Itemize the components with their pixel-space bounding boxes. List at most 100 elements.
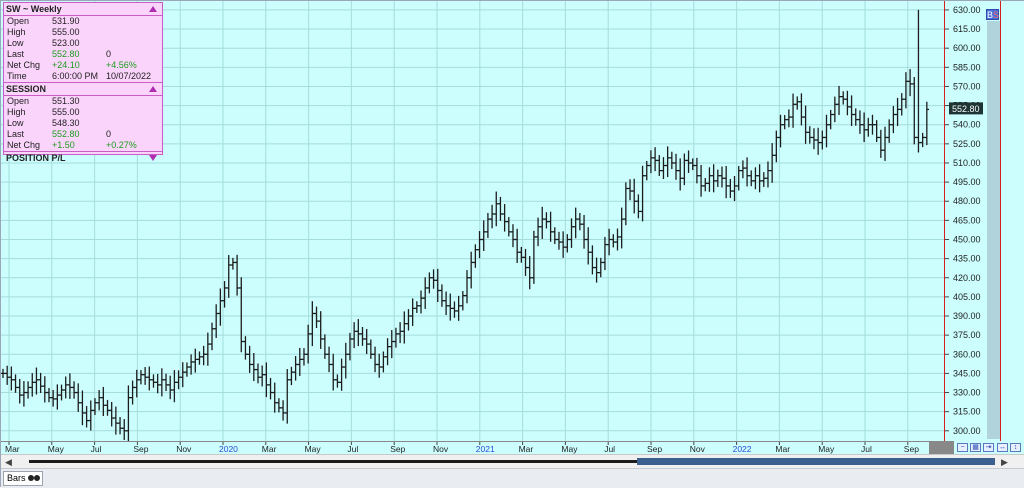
ohlc-bar: [464, 270, 470, 304]
field-value: +1.50: [52, 140, 75, 150]
ohlc-bar: [907, 69, 913, 97]
price-tick-label: 420.00: [953, 273, 981, 283]
ohlc-bar: [611, 234, 616, 248]
ohlc-bar: [188, 354, 194, 375]
ohlc-bar: [757, 164, 762, 193]
ohlc-bar: [494, 191, 499, 227]
ohlc-bar: [17, 379, 22, 404]
field-value: 548.30: [52, 118, 80, 128]
expand-down-icon[interactable]: [149, 155, 157, 161]
ohlc-bar: [205, 332, 211, 366]
scroll-thumb[interactable]: [637, 458, 995, 465]
price-tick-label: 570.00: [953, 81, 981, 91]
ohlc-bar: [531, 230, 537, 284]
price-axis[interactable]: 630.00615.00600.00585.00570.00555.00540.…: [944, 1, 984, 441]
ohlc-bar: [397, 322, 403, 344]
field-value: 555.00: [52, 27, 80, 37]
ohlc-bar: [849, 95, 854, 126]
buy-sell-button[interactable]: BS: [986, 9, 999, 20]
compress-icon[interactable]: ↔: [997, 443, 1008, 452]
collapse-up-icon[interactable]: [149, 6, 157, 12]
month-label: Mar: [262, 444, 277, 454]
ohlc-bar: [707, 167, 712, 192]
right-panel-strip: BS: [984, 1, 1024, 441]
ohlc-bar: [560, 231, 566, 258]
ohlc-bar: [226, 255, 231, 298]
panel-header[interactable]: SW ~ Weekly: [4, 3, 162, 16]
ohlc-bar: [9, 366, 14, 391]
ohlc-bar: [644, 160, 649, 181]
quote-row: Net Chg +24.10 +4.56%: [4, 60, 162, 71]
field-value: 552.80: [52, 129, 80, 139]
price-tick-label: 465.00: [953, 215, 981, 225]
ohlc-bar: [63, 376, 68, 399]
ohlc-bar: [418, 290, 424, 314]
ohlc-bar: [92, 398, 98, 415]
ohlc-bar: [377, 353, 382, 378]
ohlc-bar: [280, 400, 286, 421]
ohlc-bar: [811, 128, 817, 150]
scroll-left-icon[interactable]: ◀: [5, 457, 12, 468]
ohlc-bar: [498, 196, 503, 221]
field-label: Last: [7, 129, 25, 139]
scroll-end-icon[interactable]: ⇥: [983, 443, 994, 452]
ohlc-bar: [535, 217, 541, 247]
ohlc-bar: [623, 182, 629, 226]
price-tick-label: 330.00: [953, 388, 981, 398]
ohlc-bar: [456, 295, 461, 321]
time-axis-end-block: [929, 441, 954, 454]
month-label: Jul: [91, 444, 102, 454]
ohlc-bar: [820, 130, 825, 150]
ohlc-bar: [168, 375, 173, 400]
month-label: Nov: [690, 444, 706, 454]
ohlc-bar: [774, 130, 779, 163]
price-tick-label: 435.00: [953, 254, 981, 264]
ohlc-bar: [899, 93, 904, 116]
ohlc-bar: [439, 284, 445, 307]
month-label: May: [305, 444, 322, 454]
scale-divider: [1000, 1, 1001, 441]
ohlc-bar: [356, 319, 361, 347]
ohlc-bar: [259, 365, 265, 387]
quote-row: High 555.00: [4, 27, 162, 38]
ohlc-bar: [590, 245, 595, 275]
field-label: Net Chg: [7, 140, 41, 150]
ohlc-bar: [213, 304, 219, 338]
time-axis[interactable]: Mar May Jul Sep Nov 2020 Mar May Jul Sep Nov 2021 Ma…: [1, 441, 944, 454]
ohlc-bar: [912, 77, 917, 145]
chart-scrollbar[interactable]: ◀ ▶: [1, 454, 1024, 468]
ohlc-bar: [71, 381, 77, 399]
ohlc-bar: [761, 172, 766, 187]
ohlc-bar: [870, 114, 875, 135]
ohlc-bar: [247, 345, 252, 373]
price-tick-label: 510.00: [953, 158, 981, 168]
quote-row: Last 552.80 0: [4, 129, 162, 140]
ohlc-bar: [703, 178, 708, 192]
price-tick-label: 390.00: [953, 311, 981, 321]
session-collapse-up-icon[interactable]: [149, 86, 157, 92]
reset-zoom-icon[interactable]: ▦: [970, 443, 981, 452]
ohlc-bar: [782, 115, 787, 130]
expand-icon[interactable]: ↕: [1010, 443, 1021, 452]
field-label: Low: [7, 118, 24, 128]
price-tick-label: 630.00: [953, 5, 981, 15]
ohlc-bar: [861, 112, 867, 143]
last-price-label: 552.80: [952, 104, 980, 114]
position-header[interactable]: POSITION P/L: [4, 151, 162, 164]
ohlc-bar: [732, 175, 737, 201]
scale-band: [987, 21, 1000, 439]
ohlc-bar: [815, 127, 821, 155]
link-icon: [34, 475, 40, 481]
field-label: Time: [7, 71, 27, 81]
ohlc-bar: [293, 356, 298, 381]
tab-bars[interactable]: Bars: [3, 471, 43, 486]
month-label: Sep: [904, 444, 919, 454]
session-header[interactable]: SESSION: [4, 82, 162, 96]
field-value: 0: [106, 129, 112, 139]
price-tick-label: 315.00: [953, 407, 981, 417]
ohlc-bar: [920, 132, 925, 148]
ohlc-bar: [134, 369, 139, 398]
scroll-right-icon[interactable]: ▶: [1001, 457, 1008, 468]
ohlc-bar: [736, 166, 741, 191]
zoom-out-icon[interactable]: −: [957, 443, 968, 452]
